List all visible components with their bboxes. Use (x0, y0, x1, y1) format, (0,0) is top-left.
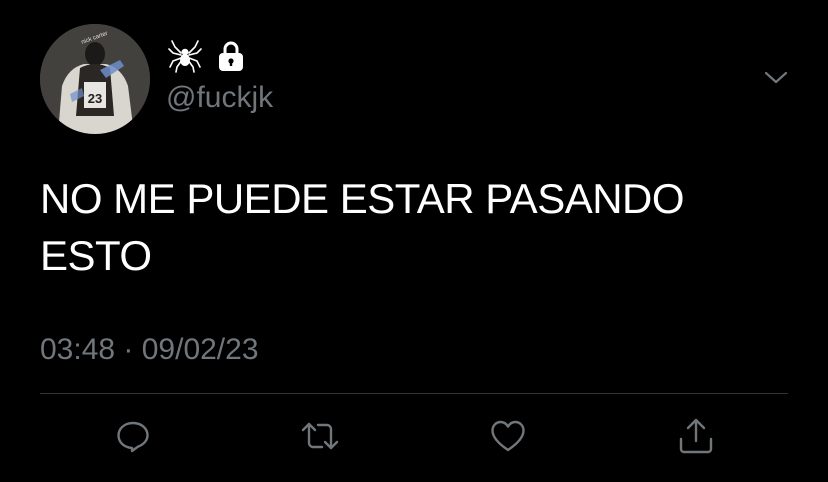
retweet-button[interactable] (300, 416, 340, 456)
avatar[interactable]: 23 nick carter (40, 24, 150, 134)
svg-text:23: 23 (88, 91, 102, 106)
retweet-icon (301, 422, 339, 450)
spider-icon (168, 39, 202, 73)
like-button[interactable] (488, 416, 528, 456)
share-icon (679, 418, 713, 454)
share-button[interactable] (676, 416, 716, 456)
avatar-image: 23 nick carter (40, 24, 150, 134)
tweet-text: NO ME PUEDE ESTAR PASANDO ESTO (40, 175, 685, 279)
chevron-down-icon (764, 71, 788, 84)
display-name-row[interactable] (168, 38, 246, 74)
user-handle[interactable]: @fuckjk (166, 80, 273, 116)
heart-icon (491, 420, 525, 452)
lock-icon (216, 39, 246, 73)
divider (40, 393, 788, 394)
reply-button[interactable] (113, 416, 153, 456)
speech-bubble-icon (117, 421, 149, 453)
tweet-menu-button[interactable] (762, 68, 790, 88)
tweet-timestamp[interactable]: 03:48 · 09/02/23 (40, 332, 259, 368)
